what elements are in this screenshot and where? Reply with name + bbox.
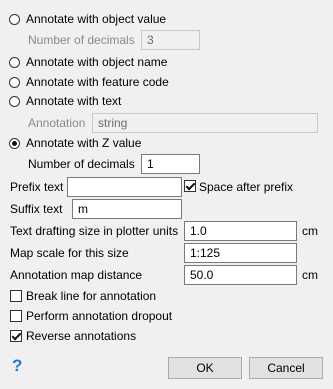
prefix-label: Prefix text [10,180,64,194]
annotation-label-disabled: Annotation [28,116,86,130]
object-value-radio[interactable] [9,14,20,25]
feature-code-radio[interactable] [9,77,20,88]
object-value-label[interactable]: Annotate with object value [26,12,166,26]
suffix-field[interactable]: m [72,199,182,219]
object-name-label[interactable]: Annotate with object name [26,55,167,69]
map-distance-label: Annotation map distance [10,268,143,282]
map-scale-label: Map scale for this size [10,246,129,260]
z-value-label[interactable]: Annotate with Z value [26,136,141,150]
cancel-button[interactable]: Cancel [249,357,323,379]
drafting-size-label: Text drafting size in plotter units [10,224,179,238]
map-distance-unit: cm [302,268,318,282]
reverse-checkbox[interactable] [10,330,22,342]
break-line-checkbox[interactable] [10,290,22,302]
z-value-radio[interactable] [9,138,20,149]
space-after-prefix-label[interactable]: Space after prefix [199,180,293,194]
help-icon[interactable]: ? [12,357,22,375]
space-after-prefix-checkbox[interactable] [184,180,196,192]
dropout-label[interactable]: Perform annotation dropout [26,309,172,323]
map-scale-field[interactable]: 1:125 [184,243,297,263]
decimals-label: Number of decimals [28,157,135,171]
drafting-size-unit: cm [302,224,318,238]
ok-button[interactable]: OK [168,357,242,379]
drafting-size-field[interactable]: 1.0 [184,221,297,241]
suffix-label: Suffix text [10,202,63,216]
object-name-radio[interactable] [9,57,20,68]
decimals-label-disabled: Number of decimals [28,33,135,47]
break-line-label[interactable]: Break line for annotation [26,289,156,303]
text-radio[interactable] [9,96,20,107]
decimals-field-disabled: 3 [141,30,200,50]
reverse-label[interactable]: Reverse annotations [26,329,136,343]
annotation-field-disabled: string [92,113,318,133]
dropout-checkbox[interactable] [10,310,22,322]
prefix-field[interactable] [67,177,182,197]
feature-code-label[interactable]: Annotate with feature code [26,75,169,89]
decimals-field[interactable]: 1 [141,154,200,174]
map-distance-field[interactable]: 50.0 [184,265,297,285]
text-label[interactable]: Annotate with text [26,94,121,108]
